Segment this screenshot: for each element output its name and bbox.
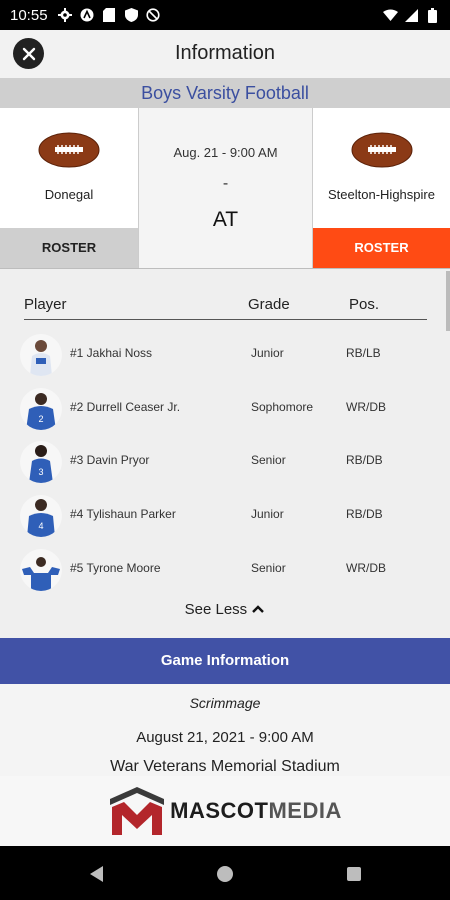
player-position: RB/DB xyxy=(346,453,383,467)
player-name: #1 Jakhai Noss xyxy=(70,346,153,360)
player-name: #5 Tyrone Moore xyxy=(70,561,161,575)
player-position: WR/DB xyxy=(346,561,386,575)
player-grade: Junior xyxy=(251,346,284,360)
match-center: Aug. 21 - 9:00 AM - AT xyxy=(138,108,313,268)
player-avatar: 2 xyxy=(20,388,62,430)
game-type: Scrimmage xyxy=(189,695,261,711)
sponsor-name-part2: MEDIA xyxy=(268,798,342,823)
back-button[interactable] xyxy=(86,864,106,884)
sponsor-banner[interactable]: MASCOTMEDIA xyxy=(0,776,450,846)
football-icon xyxy=(351,132,412,168)
status-time: 10:55 xyxy=(10,6,48,24)
app-header: Information xyxy=(0,30,450,78)
player-row[interactable]: #1 Jakhai Noss Junior RB/LB xyxy=(20,334,440,384)
home-icon xyxy=(217,866,233,882)
scrollbar[interactable] xyxy=(446,271,450,331)
game-info-panel: Scrimmage August 21, 2021 - 9:00 AM War … xyxy=(0,684,450,776)
system-nav-bar xyxy=(0,846,450,900)
page-title: Information xyxy=(174,42,276,64)
chevron-up-icon xyxy=(251,601,265,618)
player-row[interactable]: 4 #4 Tylishaun Parker Junior RB/DB xyxy=(20,495,440,545)
blocked-icon xyxy=(146,8,161,23)
sponsor-name: MASCOTMEDIA xyxy=(170,798,342,824)
mascotmedia-logo-icon xyxy=(110,787,165,835)
player-grade: Junior xyxy=(251,507,284,521)
away-roster-button[interactable]: ROSTER xyxy=(313,228,450,268)
game-date: August 21, 2021 - 9:00 AM xyxy=(136,729,314,746)
player-avatar: 4 xyxy=(20,495,62,537)
see-less-button[interactable]: See Less xyxy=(0,600,450,618)
home-team: Donegal ROSTER xyxy=(0,108,138,268)
wifi-icon xyxy=(383,8,398,23)
player-row[interactable]: #5 Tyrone Moore Senior WR/DB xyxy=(20,549,440,599)
away-team: Steelton-Highspire ROSTER xyxy=(313,108,450,268)
column-position: Pos. xyxy=(349,296,380,313)
player-row[interactable]: 2 #2 Durrell Ceaser Jr. Sophomore WR/DB xyxy=(20,388,440,438)
player-position: WR/DB xyxy=(346,400,386,414)
player-grade: Sophomore xyxy=(251,400,314,414)
home-team-name: Donegal xyxy=(44,187,94,202)
svg-text:2: 2 xyxy=(38,414,43,424)
player-position: RB/DB xyxy=(346,507,383,521)
back-icon xyxy=(90,866,103,882)
home-button[interactable] xyxy=(215,864,235,884)
see-less-label: See Less xyxy=(184,600,248,618)
away-team-name: Steelton-Highspire xyxy=(328,187,435,202)
game-venue: War Veterans Memorial Stadium xyxy=(110,758,340,775)
player-grade: Senior xyxy=(251,561,286,575)
status-icons xyxy=(58,8,161,23)
player-avatar: 3 xyxy=(20,441,62,483)
player-grade: Senior xyxy=(251,453,286,467)
status-right xyxy=(383,7,440,23)
match-dash: - xyxy=(222,175,229,192)
player-avatar xyxy=(20,549,62,591)
roster-header: Player Grade Pos. xyxy=(24,296,427,320)
svg-text:3: 3 xyxy=(38,467,43,477)
football-icon xyxy=(38,132,100,168)
player-name: #3 Davin Pryor xyxy=(70,453,150,467)
recents-button[interactable] xyxy=(344,864,364,884)
home-roster-button[interactable]: ROSTER xyxy=(0,228,138,268)
player-position: RB/LB xyxy=(346,346,381,360)
signal-icon xyxy=(404,8,419,23)
shield-icon xyxy=(124,8,139,23)
player-name: #2 Durrell Ceaser Jr. xyxy=(70,400,181,414)
column-player: Player xyxy=(24,296,67,313)
match-date: Aug. 21 - 9:00 AM xyxy=(173,145,278,160)
sd-card-icon xyxy=(102,8,117,23)
sponsor-name-part1: MASCOT xyxy=(170,798,269,823)
status-bar: 10:55 xyxy=(0,0,450,30)
game-info-header: Game Information xyxy=(0,638,450,684)
a-circle-icon xyxy=(80,8,95,23)
player-avatar xyxy=(20,334,62,376)
match-at: AT xyxy=(212,208,239,231)
recents-icon xyxy=(347,867,361,881)
matchup-panel: Donegal ROSTER Aug. 21 - 9:00 AM - AT St… xyxy=(0,108,450,268)
player-row[interactable]: 3 #3 Davin Pryor Senior RB/DB xyxy=(20,441,440,491)
svg-text:4: 4 xyxy=(38,521,43,531)
sport-title: Boys Varsity Football xyxy=(0,78,450,108)
column-grade: Grade xyxy=(248,296,290,313)
gear-icon xyxy=(58,8,73,23)
player-name: #4 Tylishaun Parker xyxy=(70,507,176,521)
roster-panel: Player Grade Pos. #1 Jakhai Noss Junior … xyxy=(0,268,450,638)
battery-icon xyxy=(425,7,440,23)
